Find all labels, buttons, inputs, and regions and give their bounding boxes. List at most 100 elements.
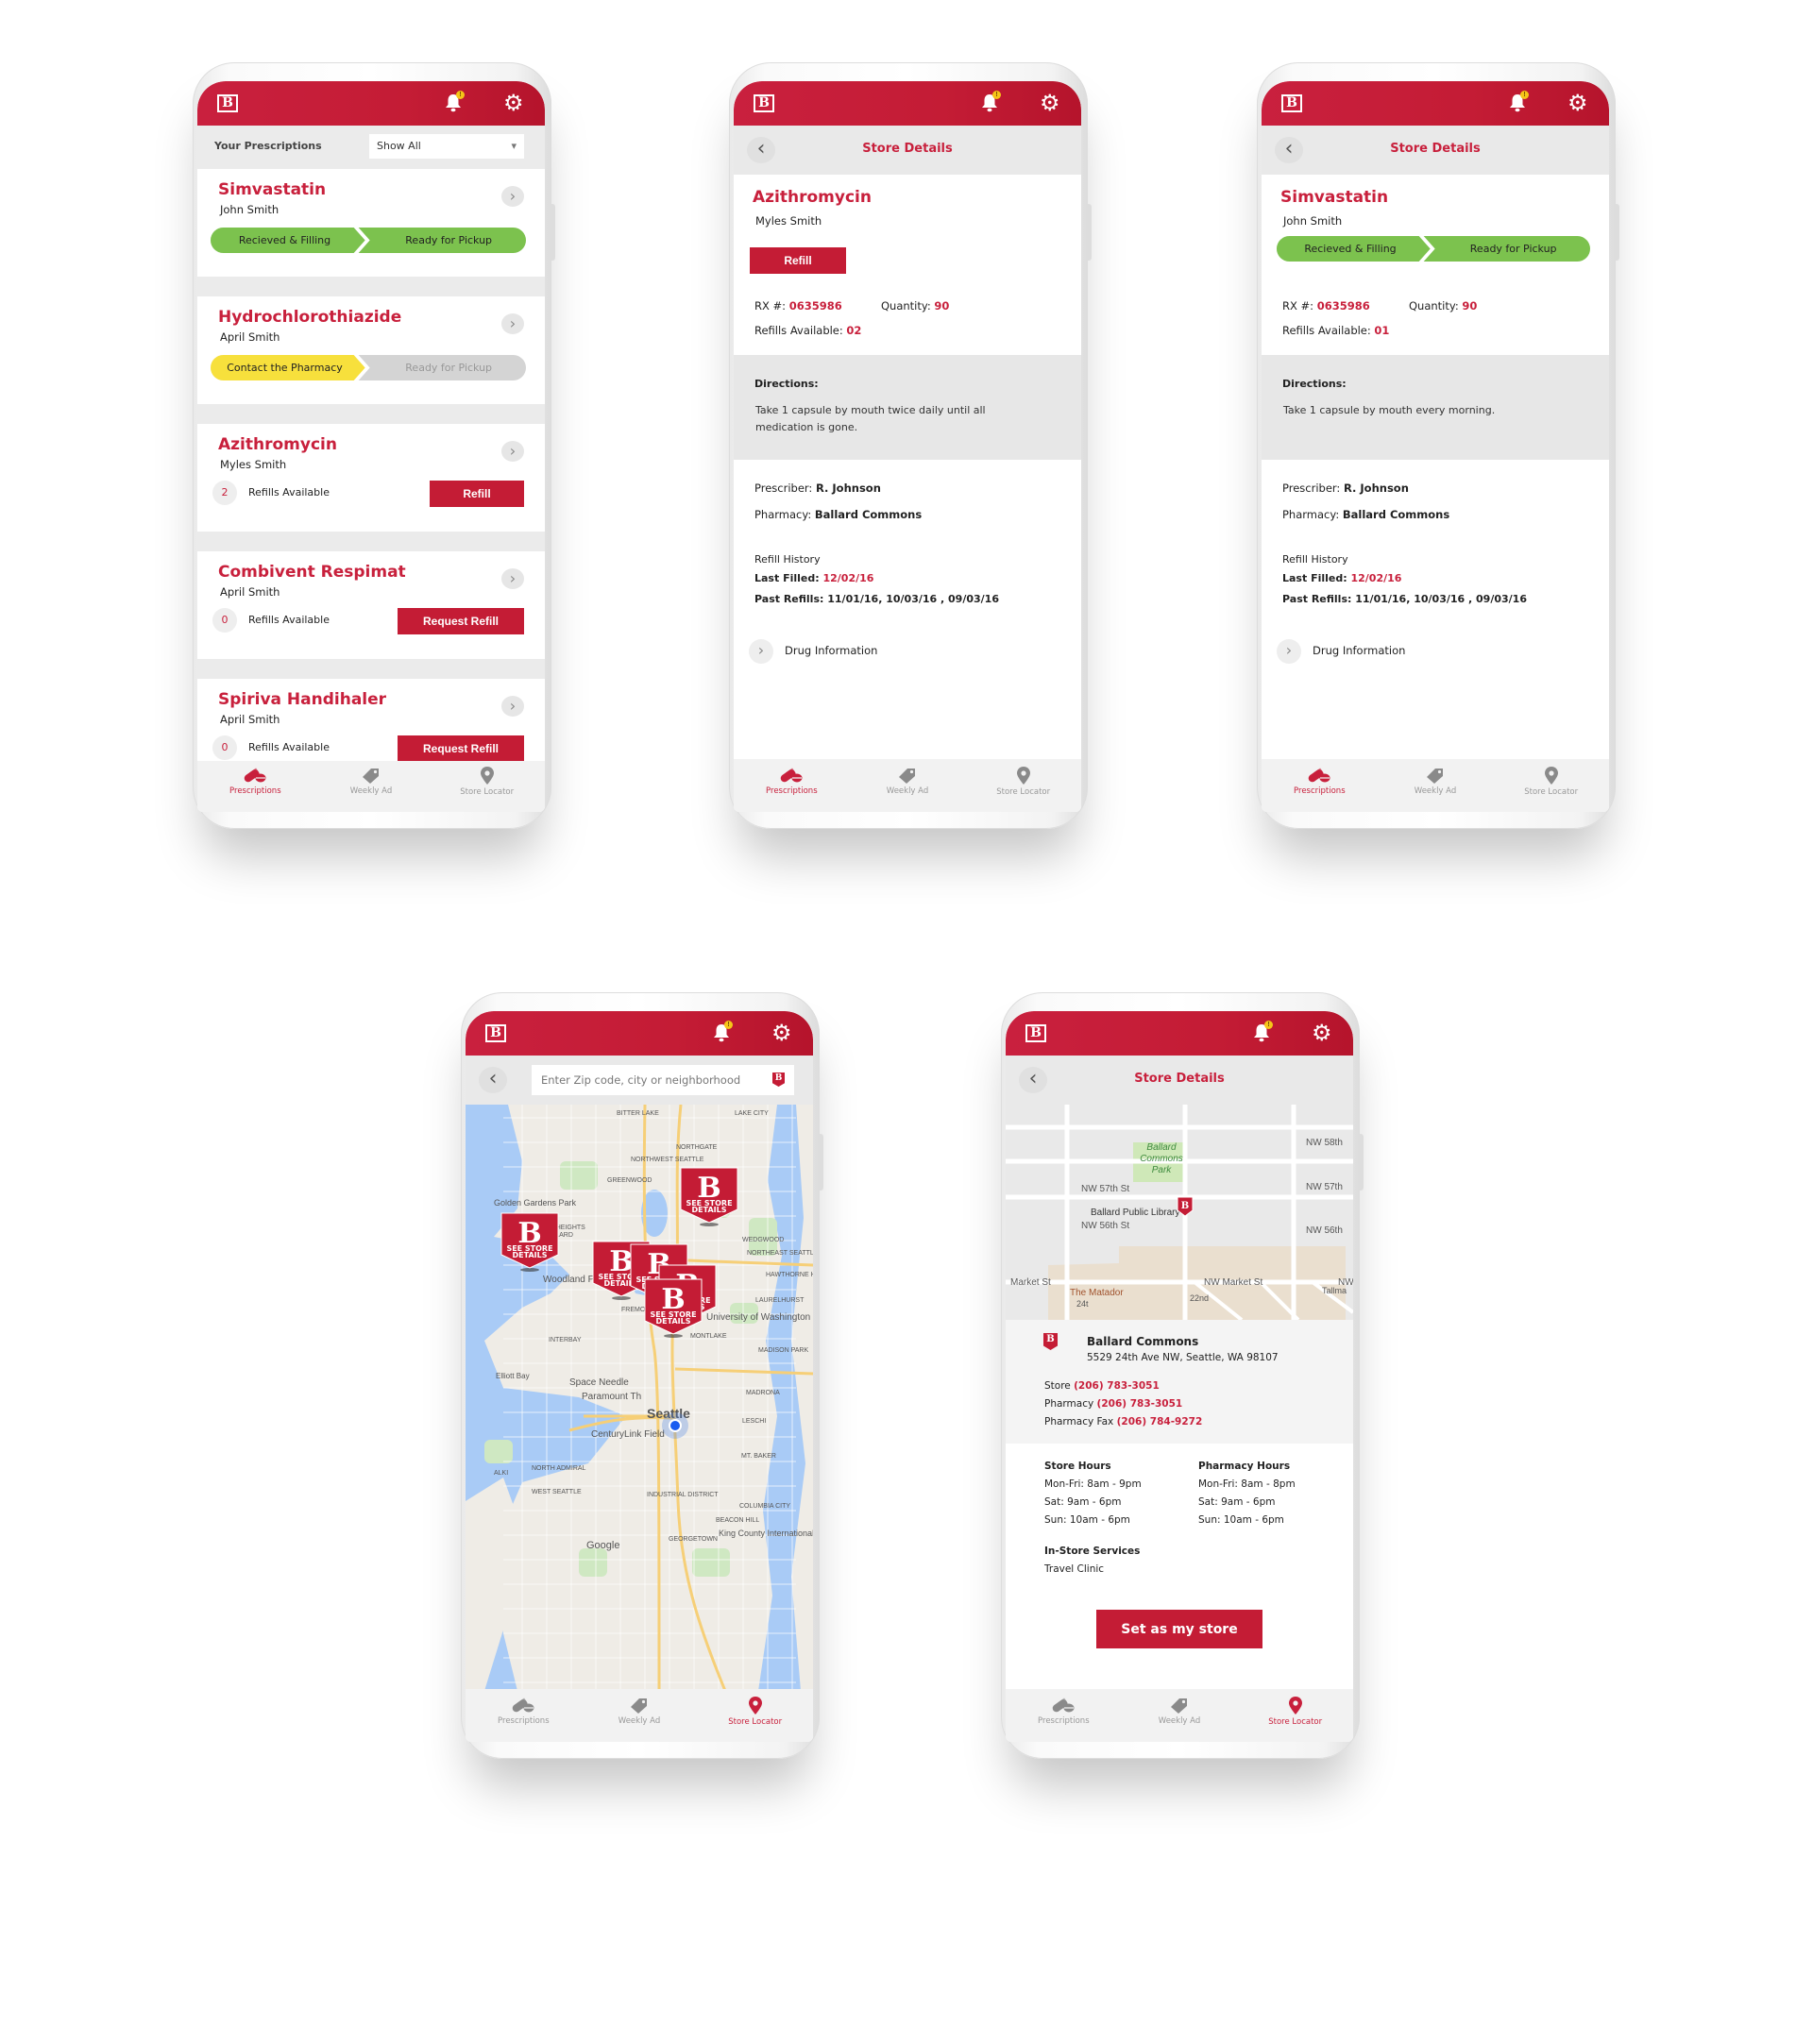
chevron-right-icon[interactable]: › <box>501 441 524 462</box>
prescription-card[interactable]: Azithromycin Myles Smith › 2 Refills Availab… <box>197 424 545 532</box>
nav-label: Weekly Ad <box>1414 786 1457 796</box>
prescription-detail-screen: B! ⚙ Prescriptions Weekly Ad Store Locator ‹ S… <box>1262 81 1609 812</box>
pharmacy-phone-link[interactable]: (206) 783-3051 <box>1097 1398 1183 1410</box>
nav-item-prescriptions[interactable]: Prescriptions <box>466 1689 582 1742</box>
store-name: Ballard Commons <box>1087 1335 1199 1348</box>
tag-icon <box>1378 767 1494 784</box>
nav-item-weekly-ad[interactable]: Weekly Ad <box>313 759 430 812</box>
chevron-right-icon[interactable]: › <box>501 313 524 334</box>
pharmacy-fax-label: Pharmacy Fax <box>1044 1416 1114 1427</box>
filter-bar: Your Prescriptions Show All ▾ <box>197 126 545 169</box>
brand-logo[interactable]: B <box>1281 94 1302 112</box>
notifications-bell-icon[interactable]: ! <box>981 91 1001 116</box>
park <box>579 1548 607 1577</box>
map-label: NORTHEAST SEATTLE <box>747 1250 813 1257</box>
request-refill-button[interactable]: Request Refill <box>398 608 524 634</box>
rx-number-line: RX #: 0635986 <box>1282 299 1370 313</box>
chevron-right-icon[interactable]: › <box>501 696 524 717</box>
prescription-card[interactable]: Simvastatin John Smith › Recieved & Filling… <box>197 169 545 277</box>
drug-name: Azithromycin <box>218 435 337 454</box>
nav-item-prescriptions[interactable]: Prescriptions <box>1262 759 1378 812</box>
chevron-right-icon[interactable]: › <box>501 186 524 207</box>
dropdown-caret-icon: ▾ <box>511 140 517 152</box>
nav-label: Weekly Ad <box>886 786 929 796</box>
nav-item-store-locator[interactable]: Store Locator <box>697 1689 813 1742</box>
request-refill-button[interactable]: Request Refill <box>398 735 524 761</box>
store-phone-label: Store <box>1044 1380 1071 1392</box>
nav-item-weekly-ad[interactable]: Weekly Ad <box>1378 759 1494 812</box>
nav-label: Store Locator <box>460 787 515 797</box>
filter-select[interactable]: Show All ▾ <box>369 134 524 159</box>
map-label: Market St <box>1010 1277 1051 1288</box>
prescription-card[interactable]: Spiriva Handihaler April Smith › 0 Refills A… <box>197 679 545 761</box>
store-location-map[interactable]: BallardCommonsPark NW 57th St Ballard Publ… <box>1006 1105 1353 1320</box>
refill-button[interactable]: Refill <box>750 247 846 274</box>
status-step-2: Ready for Pickup <box>1469 243 1557 255</box>
drug-information-link[interactable]: › Drug Information <box>749 638 877 664</box>
store-details-screen: B! ⚙ Prescriptions Weekly Ad Store Locator ‹ S… <box>1006 1011 1353 1742</box>
nav-item-store-locator[interactable]: Store Locator <box>429 759 545 812</box>
settings-gear-icon[interactable]: ⚙ <box>503 91 524 115</box>
prescriber-label: Prescriber: <box>754 481 813 495</box>
settings-gear-icon[interactable]: ⚙ <box>1312 1021 1332 1045</box>
notifications-bell-icon[interactable]: ! <box>1253 1021 1273 1046</box>
settings-gear-icon[interactable]: ⚙ <box>1040 91 1060 115</box>
drug-information-link[interactable]: › Drug Information <box>1277 638 1405 664</box>
refills-label: Refills Available: <box>1282 324 1371 337</box>
directions-section: Directions: Take 1 capsule by mouth twice… <box>734 355 1081 460</box>
settings-gear-icon[interactable]: ⚙ <box>1567 91 1588 115</box>
store-hours-label: Store Hours <box>1044 1461 1111 1472</box>
tag-icon <box>850 767 966 784</box>
nav-item-weekly-ad[interactable]: Weekly Ad <box>850 759 966 812</box>
app-header: B! ⚙ <box>197 81 545 126</box>
brand-logo[interactable]: B <box>217 94 238 112</box>
store-map[interactable]: BITTER LAKE LAKE CITY NORTHGATE NORTHWEST S… <box>466 1105 813 1691</box>
location-search-input[interactable]: Enter Zip code, city or neighborhood <box>532 1065 794 1095</box>
pharmacy-phone-label: Pharmacy <box>1044 1398 1094 1410</box>
map-label: Golden Gardens Park <box>494 1198 577 1208</box>
map-label: WEST SEATTLE <box>532 1489 582 1495</box>
map-label: GREENWOOD <box>607 1177 652 1184</box>
pharmacy-value: Ballard Commons <box>814 508 923 521</box>
refills-value: 02 <box>846 324 862 337</box>
nav-item-prescriptions[interactable]: Prescriptions <box>197 759 313 812</box>
brand-logo[interactable]: B <box>485 1024 506 1042</box>
nav-item-weekly-ad[interactable]: Weekly Ad <box>1122 1689 1238 1742</box>
nav-item-prescriptions[interactable]: Prescriptions <box>1006 1689 1122 1742</box>
refills-label: Refills Available <box>248 614 330 626</box>
set-as-my-store-button[interactable]: Set as my store <box>1096 1610 1262 1648</box>
nav-item-prescriptions[interactable]: Prescriptions <box>734 759 850 812</box>
notifications-bell-icon[interactable]: ! <box>1509 91 1529 116</box>
app-header: B! ⚙ <box>1006 1011 1353 1056</box>
nav-item-store-locator[interactable]: Store Locator <box>1237 1689 1353 1742</box>
back-chevron-icon[interactable]: ‹ <box>479 1067 507 1093</box>
chevron-right-icon[interactable]: › <box>501 568 524 589</box>
patient-name: Myles Smith <box>755 214 822 228</box>
rx-summary: Azithromycin Myles Smith Refill RX #: 06359… <box>734 175 1081 355</box>
store-phone-link[interactable]: (206) 783-3051 <box>1074 1380 1160 1392</box>
settings-gear-icon[interactable]: ⚙ <box>771 1021 792 1045</box>
pharmacy-fax-link[interactable]: (206) 784-9272 <box>1117 1416 1203 1427</box>
map-label: GEORGETOWN <box>669 1536 718 1543</box>
prescription-card[interactable]: Combivent Respimat April Smith › 0 Refills A… <box>197 551 545 659</box>
refill-button[interactable]: Refill <box>430 481 524 507</box>
brand-logo[interactable]: B <box>1025 1024 1046 1042</box>
status-step-1: Recieved & Filling <box>238 234 331 246</box>
nav-item-weekly-ad[interactable]: Weekly Ad <box>582 1689 698 1742</box>
notification-badge: ! <box>992 91 1001 99</box>
patient-name: April Smith <box>220 713 280 726</box>
pin-shadow <box>520 1268 539 1272</box>
nav-item-store-locator[interactable]: Store Locator <box>1493 759 1609 812</box>
nav-label: Weekly Ad <box>618 1716 661 1726</box>
notifications-bell-icon[interactable]: ! <box>445 91 465 116</box>
pharmacy-line: Pharmacy: Ballard Commons <box>754 508 922 521</box>
status-step-1: Recieved & Filling <box>1304 243 1397 255</box>
prescription-card[interactable]: Hydrochlorothiazide April Smith › Contact t… <box>197 296 545 404</box>
nav-item-store-locator[interactable]: Store Locator <box>965 759 1081 812</box>
patient-name: April Smith <box>220 585 280 599</box>
pills-icon <box>197 767 313 784</box>
notifications-bell-icon[interactable]: ! <box>713 1021 733 1046</box>
store-contact-section: B Ballard Commons 5529 24th Ave NW, Seattl… <box>1006 1320 1353 1444</box>
brand-logo[interactable]: B <box>754 94 774 112</box>
past-refills-label: Past Refills: <box>754 593 824 605</box>
